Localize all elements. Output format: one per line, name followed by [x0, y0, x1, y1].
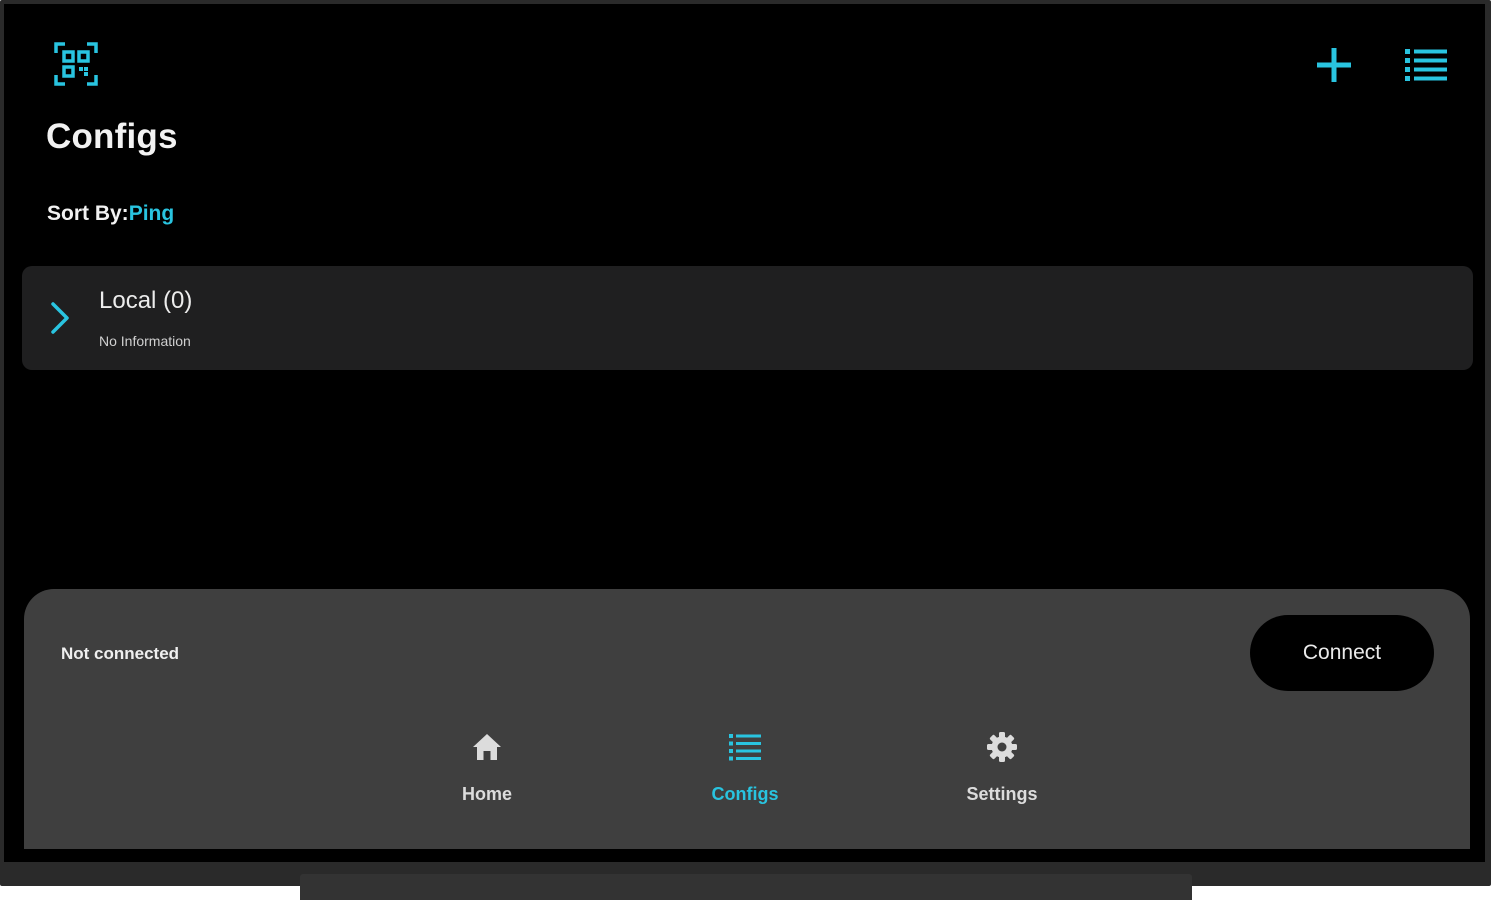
gear-icon [987, 732, 1017, 762]
nav-configs-label: Configs [711, 784, 779, 804]
sort-label: Sort By: [47, 202, 129, 225]
qr-scan-button[interactable] [50, 38, 102, 90]
group-name: Local (0) [99, 287, 193, 314]
bottom-panel: Not connected Connect Home Configs Setti… [24, 589, 1470, 849]
list-menu-button[interactable] [1400, 40, 1452, 90]
tv-frame: Configs Sort By:Ping Local (0) No Inform… [0, 0, 1491, 900]
list-icon [1405, 49, 1447, 81]
nav-settings-label: Settings [966, 784, 1038, 804]
list-icon [729, 734, 761, 761]
add-config-button[interactable] [1309, 40, 1359, 90]
config-group-local[interactable]: Local (0) No Information [22, 266, 1473, 370]
connect-button[interactable]: Connect [1250, 615, 1434, 691]
nav-settings[interactable]: Settings [942, 729, 1062, 819]
chevron-right-icon [51, 302, 69, 334]
sort-selector[interactable]: Sort By:Ping [47, 202, 174, 226]
plus-icon [1317, 48, 1351, 82]
tv-stand [300, 874, 1192, 900]
qr-scan-icon [54, 42, 98, 86]
tv-bezel: Configs Sort By:Ping Local (0) No Inform… [0, 0, 1491, 886]
nav-home-label: Home [461, 784, 512, 804]
page-title: Configs [46, 117, 178, 156]
sort-value: Ping [128, 202, 175, 225]
nav-home[interactable]: Home [427, 729, 547, 819]
group-info: No Information [99, 333, 191, 349]
nav-configs[interactable]: Configs [685, 729, 805, 819]
home-icon [473, 734, 501, 760]
app-screen: Configs Sort By:Ping Local (0) No Inform… [4, 4, 1485, 862]
connection-status: Not connected [61, 644, 180, 663]
